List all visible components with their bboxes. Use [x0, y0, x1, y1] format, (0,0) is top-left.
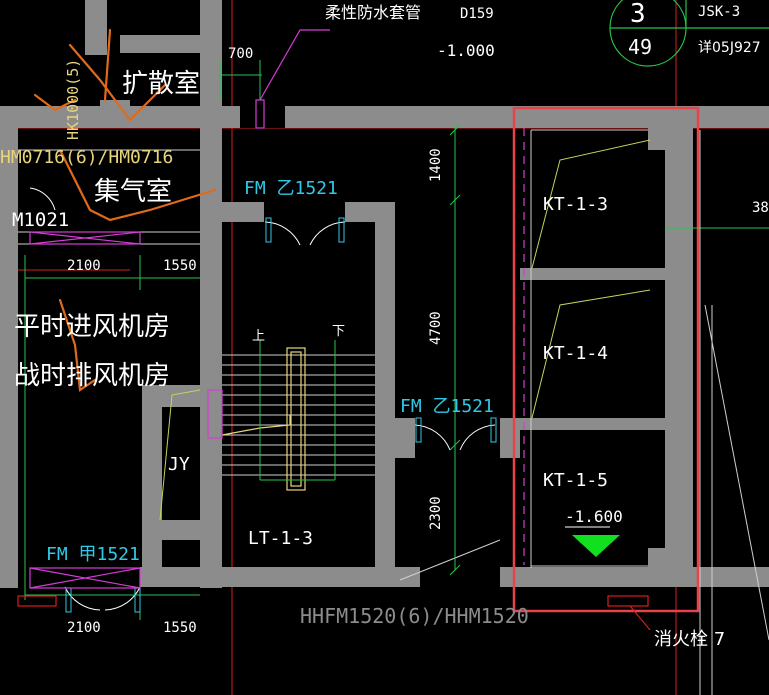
- label-hm: HM0716(6)/HM0716: [0, 147, 173, 168]
- label-dim-2100-b: 2100: [67, 620, 101, 636]
- label-dim-1550-b: 1550: [163, 620, 197, 636]
- label-kt3: KT-1-3: [543, 194, 608, 215]
- label-jiqi: 集气室: [94, 177, 172, 207]
- label-room2: 战时排风机房: [14, 361, 170, 391]
- label-down: 下: [332, 324, 345, 339]
- label-circle-top: 3: [630, 0, 646, 29]
- label-jy: JY: [168, 454, 190, 475]
- label-dim-700: 700: [228, 46, 253, 62]
- label-dim-1550-a: 1550: [163, 258, 197, 274]
- cad-floor-plan: 柔性防水套管 D159 -1.000 700 3 49 JSK-3 详05J92…: [0, 0, 769, 695]
- label-kt4: KT-1-4: [543, 343, 608, 364]
- label-fm-top: FM 乙1521: [244, 178, 338, 199]
- label-circle-bottom: 49: [628, 35, 652, 59]
- label-hydrant: 消火栓 7: [654, 629, 725, 650]
- label-pipe: 柔性防水套管: [325, 3, 421, 22]
- label-dim-4700: 4700: [428, 311, 444, 345]
- label-kt5: KT-1-5: [543, 470, 608, 491]
- label-pipe-code: D159: [460, 6, 494, 22]
- label-pipe-elev: -1.000: [437, 41, 495, 60]
- label-dim-2100-a: 2100: [67, 258, 101, 274]
- label-room1: 平时进风机房: [14, 312, 170, 342]
- label-fm-bot: FM 甲1521: [46, 544, 140, 565]
- label-elev: -1.600: [565, 507, 623, 526]
- label-up: 上: [252, 329, 265, 344]
- label-hk: HK1000(5): [64, 59, 82, 140]
- label-fm-mid: FM 乙1521: [400, 396, 494, 417]
- label-dim-1400: 1400: [428, 148, 444, 182]
- label-jsk: JSK-3: [698, 4, 740, 20]
- label-dim-38: 38: [752, 200, 769, 216]
- label-lt: LT-1-3: [248, 528, 313, 549]
- label-detail: 详05J927: [698, 40, 761, 56]
- label-m1021: M1021: [12, 209, 69, 231]
- label-kuosan: 扩散室: [122, 69, 200, 99]
- label-hhfm: HHFM1520(6)/HHM1520: [300, 604, 529, 628]
- label-dim-2300: 2300: [428, 496, 444, 530]
